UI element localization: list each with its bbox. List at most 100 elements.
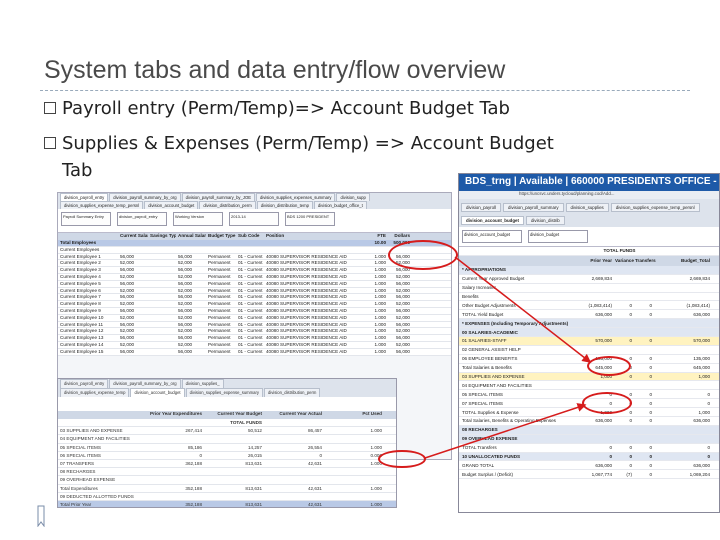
table-cell[interactable]: Permanent	[206, 274, 236, 280]
table-row[interactable]: TOTAL Yield Budget 636,000 0 0 636,000	[459, 310, 719, 320]
table-cell[interactable]: 01 - Current	[236, 308, 264, 314]
table-cell[interactable]: 09 DEDUCTED ALLOTTED FUNDS	[58, 494, 146, 499]
table-cell[interactable]	[148, 301, 176, 307]
table-cell[interactable]: (1,083,414)	[571, 303, 615, 308]
right-tab[interactable]: division_supplies	[565, 203, 609, 212]
table-cell[interactable]: 03 SUPPLIES AND EXPENSE	[459, 374, 571, 379]
table-cell[interactable]: 40080 SUPERVISOR RESIDENCE AID	[264, 349, 364, 355]
table-cell[interactable]: 636,000	[655, 463, 713, 468]
table-cell[interactable]: 0	[655, 392, 713, 397]
table-cell[interactable]: 0	[635, 472, 655, 477]
pov-field[interactable]: Payroll Summary Entry	[61, 212, 111, 226]
table-cell[interactable]: Permanent	[206, 301, 236, 307]
table-cell[interactable]	[148, 260, 176, 266]
table-cell[interactable]	[148, 308, 176, 314]
table-cell[interactable]: 09 OVERHEAD EXPENSE	[58, 477, 146, 482]
table-cell[interactable]: 40080 SUPERVISOR RESIDENCE AID	[264, 342, 364, 348]
table-cell[interactable]: 636,000	[571, 312, 615, 317]
table-row[interactable]: Current Employee 15 56,000 56,000 Permanent…	[58, 349, 451, 356]
table-cell[interactable]: 0	[635, 356, 655, 361]
table-row[interactable]: Benefits	[459, 293, 719, 302]
table-cell[interactable]: 42,631	[266, 486, 326, 491]
table-cell[interactable]: 40080 SUPERVISOR RESIDENCE AID	[264, 254, 364, 260]
table-cell[interactable]: 40080 SUPERVISOR RESIDENCE AID	[264, 335, 364, 341]
table-cell[interactable]: 0	[615, 356, 635, 361]
table-cell[interactable]: 0	[615, 463, 635, 468]
left-tab[interactable]: division_supplies_expenses_summary	[256, 193, 336, 201]
table-cell[interactable]: 56,000	[176, 308, 206, 314]
table-cell[interactable]: Total Salaries & Benefits	[459, 365, 571, 370]
table-cell[interactable]: 26,015	[206, 453, 266, 458]
right-tab[interactable]: division_account_budget	[461, 216, 524, 225]
table-cell[interactable]: 56,000	[388, 322, 412, 328]
table-cell[interactable]: 352,188	[146, 502, 206, 507]
table-cell[interactable]: 0	[615, 410, 635, 415]
inner-tab[interactable]: division_payroll_summary_by_org	[109, 379, 181, 388]
table-row[interactable]: Current Employee 14 52,000 52,000 Permanent…	[58, 342, 451, 349]
table-row[interactable]: 06 SPECIAL ITEMS 0 26,015 0 0.000	[58, 452, 396, 460]
right-tab[interactable]: division_payroll_summary	[503, 203, 564, 212]
table-cell[interactable]: Permanent	[206, 342, 236, 348]
table-cell[interactable]: 56,000	[388, 267, 412, 273]
table-row[interactable]: Current Employee 9 56,000 56,000 Permanent 0…	[58, 308, 451, 315]
table-row[interactable]: 01 SALARIES-STAFF 570,000 0 0 570,000	[459, 337, 719, 346]
table-cell[interactable]: 1.000	[364, 322, 388, 328]
left-tab[interactable]: division_budget_office_t	[313, 201, 367, 209]
table-row[interactable]: Total Employees 10.00 500,000	[58, 240, 451, 247]
table-cell[interactable]: 1,000	[655, 374, 713, 379]
table-cell[interactable]: 10 UNALLOCATED FUNDS	[459, 454, 571, 459]
table-cell[interactable]: 0	[635, 463, 655, 468]
table-cell[interactable]: 02 GENERAL ASSIST HELP	[459, 347, 571, 352]
table-cell[interactable]: (7)	[615, 472, 635, 477]
table-row[interactable]: TOTAL FUNDS	[58, 419, 396, 428]
table-cell[interactable]: 85,186	[146, 445, 206, 450]
table-row[interactable]: Total Salaries & Benefits 645,000 0 0 645,00…	[459, 364, 719, 373]
table-cell[interactable]	[148, 294, 176, 300]
table-row[interactable]: Budget Surplus / (Deficit) 1,067,774 (7) 0 1…	[459, 470, 719, 480]
table-cell[interactable]: 04 EQUIPMENT AND FACILITIES	[58, 436, 146, 441]
table-cell[interactable]: 1.000	[364, 294, 388, 300]
table-cell[interactable]: 0	[635, 454, 655, 459]
table-row[interactable]: 08 RECHARGES	[58, 468, 396, 477]
table-cell[interactable]: 40080 SUPERVISOR RESIDENCE AID	[264, 301, 364, 307]
table-cell[interactable]: 1.000	[364, 301, 388, 307]
table-cell[interactable]: 362,188	[146, 461, 206, 466]
address-bar[interactable]: https://uncsvc.unders.tycloud/planning.c…	[459, 191, 719, 199]
table-cell[interactable]: 08 RECHARGES	[58, 469, 146, 474]
table-cell[interactable]: 52,000	[176, 260, 206, 266]
table-cell[interactable]: 86,457	[266, 428, 326, 433]
table-cell[interactable]: Current Year Approved Budget	[459, 276, 571, 281]
table-cell[interactable]	[148, 254, 176, 260]
table-row[interactable]: 10 UNALLOCATED FUNDS 0 0 0 0	[459, 452, 719, 462]
table-cell[interactable]: 52,000	[176, 315, 206, 321]
table-cell[interactable]	[148, 288, 176, 294]
table-cell[interactable]	[148, 281, 176, 287]
table-cell[interactable]: 1.000	[364, 267, 388, 273]
table-cell[interactable]: 52,000	[388, 274, 412, 280]
table-cell[interactable]: 56,000	[176, 267, 206, 273]
table-cell[interactable]: 813,631	[206, 486, 266, 491]
table-cell[interactable]: 01 - Current	[236, 349, 264, 355]
table-cell[interactable]: 40080 SUPERVISOR RESIDENCE AID	[264, 267, 364, 273]
table-cell[interactable]: 52,000	[388, 260, 412, 266]
table-row[interactable]: 07 SPECIAL ITEMS 0 0 0 0	[459, 399, 719, 409]
table-cell[interactable]: Current Employee 13	[58, 335, 118, 341]
table-cell[interactable]: 52,000	[388, 342, 412, 348]
table-cell[interactable]: 52,000	[118, 315, 148, 321]
table-cell[interactable]: 42,631	[266, 461, 326, 466]
left-tab[interactable]: division_payroll_entry	[60, 193, 109, 201]
table-cell[interactable]	[148, 315, 176, 321]
table-row[interactable]: Current Employee 4 52,000 52,000 Permanent 0…	[58, 274, 451, 281]
table-cell[interactable]: 0	[615, 418, 635, 423]
table-cell[interactable]: 0	[615, 303, 635, 308]
table-cell[interactable]: Current Employee 10	[58, 315, 118, 321]
table-cell[interactable]	[148, 349, 176, 355]
table-cell[interactable]: Budget Surplus / (Deficit)	[459, 472, 571, 477]
table-cell[interactable]	[148, 322, 176, 328]
table-cell[interactable]: 0	[571, 445, 615, 450]
table-cell[interactable]: 01 - Current	[236, 342, 264, 348]
table-cell[interactable]: Current Employee 3	[58, 267, 118, 273]
table-cell[interactable]: GRAND TOTAL	[459, 463, 571, 468]
table-row[interactable]: 08 RECHARGES	[459, 425, 719, 435]
pov-field[interactable]: BDS 1200 PRESIDENT	[285, 212, 335, 226]
